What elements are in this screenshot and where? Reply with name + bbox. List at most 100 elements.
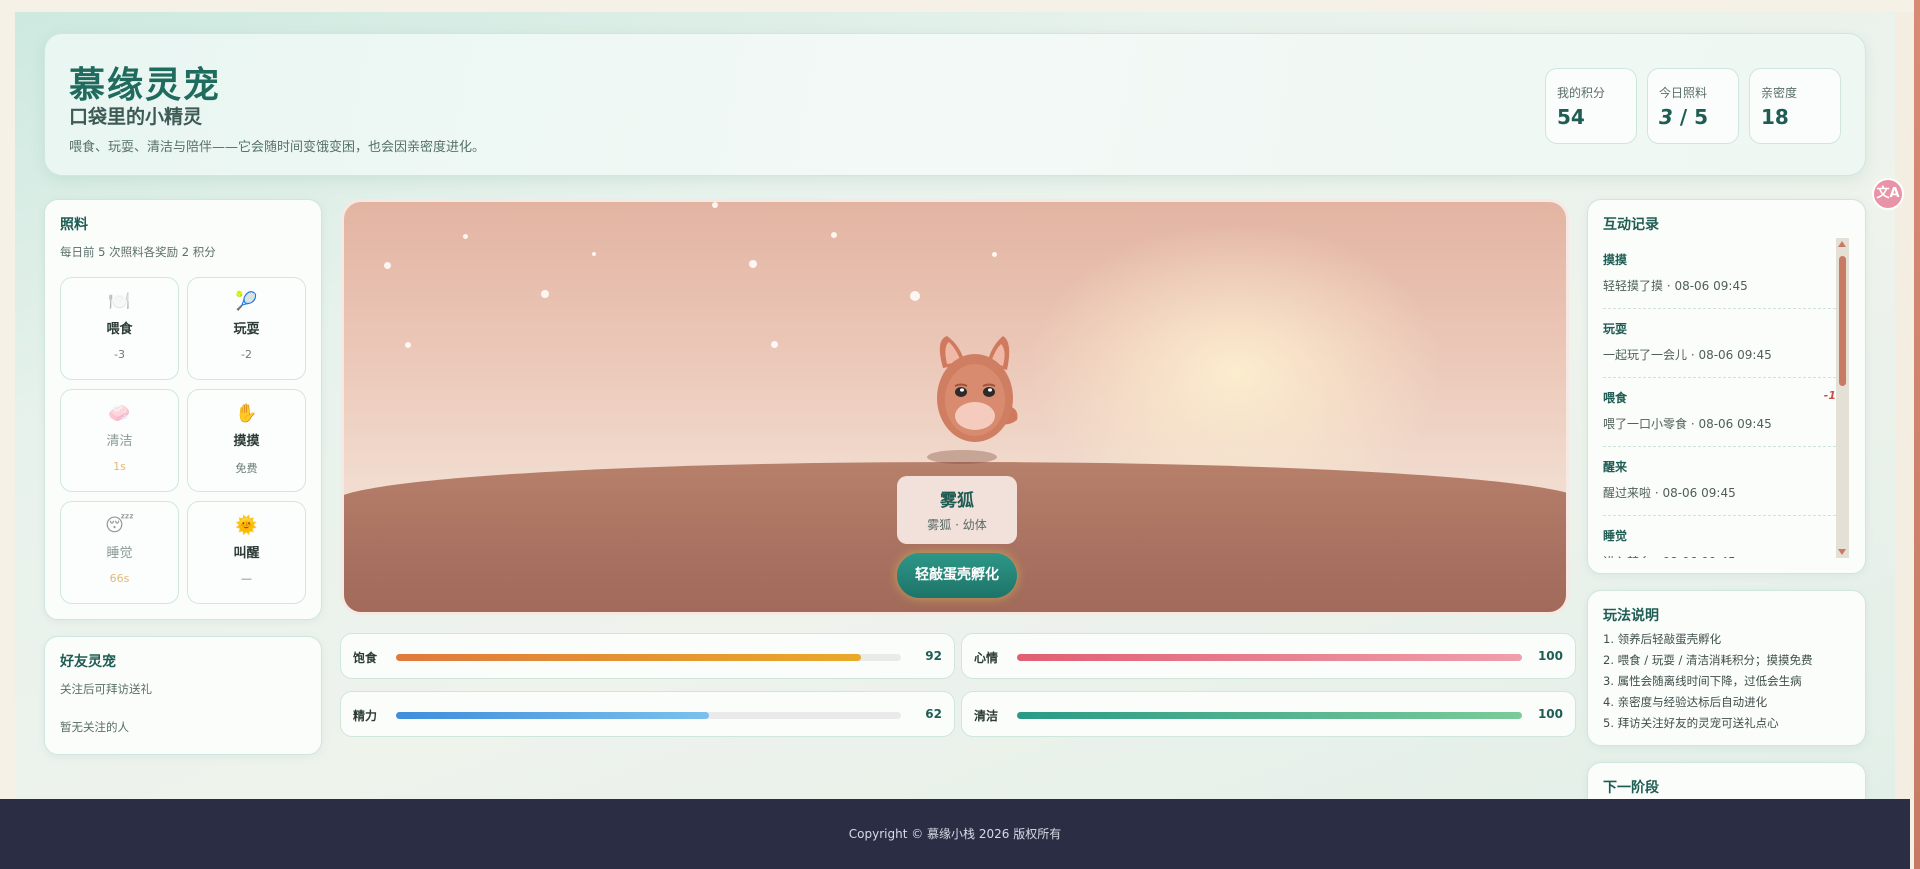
- snowflake: [831, 232, 837, 238]
- log-item: 喂食喂了一口小零食 · 08-06 09:45 -1: [1603, 378, 1836, 447]
- soap-icon: 🧼: [108, 403, 131, 424]
- care-title: 照料: [60, 217, 88, 233]
- care-note: 每日前 5 次照料各奖励 2 积分: [60, 245, 216, 259]
- pet-stage: 幼体: [962, 518, 987, 532]
- log-list[interactable]: 摸摸 轻轻摸了摸 · 08-06 09:45 玩耍 一起玩了一会儿 · 08-06 0…: [1603, 240, 1836, 558]
- stat-bar-label: 清洁: [974, 709, 999, 723]
- care-button-cost: 免费: [235, 462, 258, 475]
- log-item-desc: 进入梦乡 · 08-06 09:45: [1603, 553, 1736, 558]
- stat-bar-track: [396, 654, 901, 661]
- care-button-label: 清洁: [106, 434, 133, 449]
- log-item: 玩耍 一起玩了一会儿 · 08-06 09:45: [1603, 309, 1836, 378]
- stat-value: 3 / 5: [1659, 105, 1708, 129]
- scroll-down-icon[interactable]: [1838, 549, 1846, 555]
- page-scrollbar[interactable]: [1895, 12, 1914, 799]
- pet-separator: ·: [951, 518, 963, 532]
- log-item: 醒来醒过来啦 · 08-06 09:45: [1603, 447, 1836, 516]
- care-button[interactable]: 🌞 叫醒 —: [187, 501, 306, 604]
- care-button-cost: 1s: [113, 460, 126, 473]
- rule-item: 3. 属性会随离线时间下降，过低会生病: [1603, 674, 1802, 688]
- fox-pet-sprite[interactable]: [921, 328, 1031, 458]
- snowflake: [592, 252, 596, 256]
- friends-title: 好友灵宠: [60, 654, 116, 670]
- care-button-cost: -2: [241, 348, 252, 361]
- care-button-label: 喂食: [106, 322, 133, 337]
- stat-bar-value: 100: [1537, 649, 1563, 663]
- snowflake: [992, 252, 997, 257]
- care-button[interactable]: 😴 睡觉 66s: [60, 501, 179, 604]
- stat-bar-track: [1017, 654, 1522, 661]
- snowflake: [749, 260, 757, 268]
- rules-title: 玩法说明: [1603, 608, 1659, 624]
- log-item-desc: 轻轻摸了摸 · 08-06 09:45: [1603, 279, 1748, 293]
- stat-bar-track: [396, 712, 901, 719]
- translate-icon[interactable]: 文A: [1872, 178, 1904, 210]
- page-scroll-thumb[interactable]: [1914, 0, 1920, 869]
- care-button[interactable]: 🎾 玩耍 -2: [187, 277, 306, 380]
- log-title: 互动记录: [1603, 217, 1659, 233]
- app-title: 慕缘灵宠: [69, 65, 222, 106]
- snowflake: [405, 342, 411, 348]
- stat-bar-track: [1017, 712, 1522, 719]
- hero-header: 慕缘灵宠 口袋里的小精灵 喂食、玩耍、清洁与陪伴——它会随时间变饿变困，也会因亲…: [44, 33, 1866, 176]
- rules-list: 1. 领养后轻敲蛋壳孵化 2. 喂食 / 玩耍 / 清洁消耗积分；摸摸免费 3. 属…: [1603, 629, 1813, 734]
- stat-bar-fill: [1017, 654, 1522, 661]
- rule-item: 2. 喂食 / 玩耍 / 清洁消耗积分；摸摸免费: [1603, 653, 1813, 667]
- stat-bar-card: 精力 62: [340, 691, 955, 737]
- racket-icon: 🎾: [235, 291, 258, 312]
- log-item: 睡觉进入梦乡 · 08-06 09:45: [1603, 516, 1836, 558]
- stat-points: 我的积分 54: [1545, 68, 1637, 144]
- snowflake: [910, 291, 920, 301]
- log-item-title: 摸摸: [1603, 253, 1628, 267]
- stat-bar-value: 62: [925, 707, 942, 721]
- stat-bar-card: 清洁 100: [961, 691, 1576, 737]
- stat-bar-card: 饱食 92: [340, 633, 955, 679]
- hatch-button[interactable]: 轻敲蛋壳孵化: [897, 553, 1017, 598]
- snowflake: [541, 290, 549, 298]
- stat-value: 18: [1761, 105, 1789, 129]
- next-stage-title: 下一阶段: [1603, 780, 1659, 796]
- care-panel: 照料 每日前 5 次照料各奖励 2 积分 🍽️ 喂食 -3 🎾 玩耍 -2 🧼 清洁 1s ✋ 摸摸…: [44, 199, 322, 620]
- care-button[interactable]: ✋ 摸摸 免费: [187, 389, 306, 492]
- log-item-desc: 醒过来啦 · 08-06 09:45: [1603, 486, 1736, 500]
- stat-bar-label: 饱食: [353, 651, 378, 665]
- stat-bar-label: 心情: [974, 651, 999, 665]
- snowflake: [384, 262, 391, 269]
- interaction-log-panel: 互动记录 摸摸 轻轻摸了摸 · 08-06 09:45 玩耍 一起玩了一会儿 · 08…: [1587, 199, 1866, 574]
- log-scroll-thumb[interactable]: [1839, 256, 1846, 386]
- log-item-title: 喂食: [1603, 391, 1628, 405]
- stat-bar-value: 92: [925, 649, 942, 663]
- stat-label: 亲密度: [1761, 86, 1798, 100]
- snowflake: [712, 202, 718, 208]
- stat-bar-card: 心情 100: [961, 633, 1576, 679]
- stat-bar-fill: [1017, 712, 1522, 719]
- pet-species: 雾狐: [927, 518, 952, 532]
- care-button[interactable]: 🍽️ 喂食 -3: [60, 277, 179, 380]
- scroll-up-icon[interactable]: [1838, 241, 1846, 247]
- pet-species-stage: 雾狐 · 幼体: [897, 516, 1017, 533]
- friends-empty: 暂无关注的人: [60, 720, 129, 734]
- log-item-title: 醒来: [1603, 460, 1628, 474]
- stat-value-done: 3: [1659, 105, 1673, 129]
- rule-item: 1. 领养后轻敲蛋壳孵化: [1603, 632, 1722, 646]
- app-description: 喂食、玩耍、清洁与陪伴——它会随时间变饿变困，也会因亲密度进化。: [69, 140, 486, 155]
- care-button-label: 叫醒: [233, 546, 260, 561]
- stat-daily-care: 今日照料 3 / 5: [1647, 68, 1739, 144]
- log-scrollbar[interactable]: [1836, 238, 1849, 558]
- log-item-title: 玩耍: [1603, 322, 1628, 336]
- log-item-delta: -1: [1823, 389, 1836, 402]
- rule-item: 5. 拜访关注好友的灵宠可送礼点心: [1603, 716, 1779, 730]
- stat-bar-value: 100: [1537, 707, 1563, 721]
- care-button-cost: 66s: [109, 572, 130, 585]
- hand-icon: ✋: [235, 403, 258, 424]
- rule-item: 4. 亲密度与经验达标后自动进化: [1603, 695, 1768, 709]
- pet-scene[interactable]: 雾狐 雾狐 · 幼体 轻敲蛋壳孵化: [341, 199, 1569, 615]
- stat-bar-fill: [396, 654, 861, 661]
- snowflake: [463, 234, 468, 239]
- stat-intimacy: 亲密度 18: [1749, 68, 1841, 144]
- care-button[interactable]: 🧼 清洁 1s: [60, 389, 179, 492]
- log-item-title: 睡觉: [1603, 529, 1628, 543]
- log-item: 摸摸轻轻摸了摸 · 08-06 09:45: [1603, 240, 1836, 309]
- sun-icon: 🌞: [235, 515, 258, 536]
- log-item-desc: 喂了一口小零食 · 08-06 09:45: [1603, 417, 1772, 431]
